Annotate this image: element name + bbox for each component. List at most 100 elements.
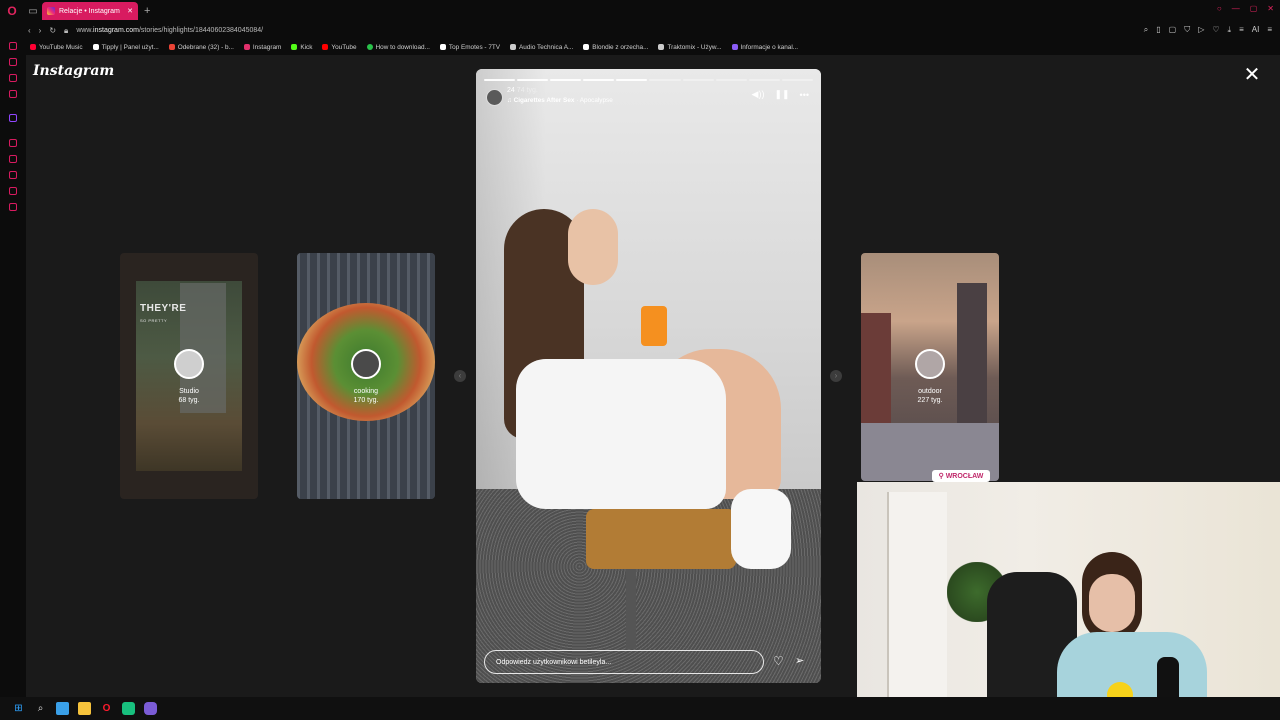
search-tabs-icon[interactable]: ○ [1217, 4, 1222, 13]
studio-poster-text: THEY'RE SO PRETTY [140, 303, 187, 323]
7tv-icon [439, 44, 446, 50]
sidebar-downloads-icon[interactable] [9, 155, 17, 163]
sidebar-whatsapp-icon[interactable] [9, 90, 17, 98]
sidebar-messenger-icon[interactable] [9, 74, 17, 82]
story-photo-shirt [516, 359, 726, 509]
bookmark-item[interactable]: Informacje o kanal... [731, 44, 798, 51]
bookmark-item[interactable]: Traktomix - Używ... [658, 44, 722, 51]
zoom-icon[interactable]: ⌕ [1144, 25, 1148, 35]
sidebar-extensions-icon[interactable] [9, 171, 17, 179]
back-icon[interactable]: ‹ [28, 26, 31, 35]
story-progress-segment [748, 79, 780, 81]
next-story-icon[interactable]: › [830, 370, 842, 382]
close-story-button[interactable]: ✕ [1243, 65, 1261, 85]
instagram-favicon-icon [47, 7, 55, 15]
opera-logo-icon[interactable]: O [0, 0, 24, 22]
url-field[interactable]: www.instagram.com/stories/highlights/184… [76, 27, 263, 34]
sidebar-twitch-icon[interactable] [9, 114, 17, 122]
bookmark-item[interactable]: Instagram [243, 44, 281, 51]
screenshot-icon[interactable]: ▢ [1169, 25, 1177, 35]
bookmark-item[interactable]: YouTube [322, 44, 357, 51]
bookmark-item[interactable]: Top Emotes - 7TV [439, 44, 500, 51]
windows-start-icon[interactable]: ⊞ [12, 702, 25, 715]
sidebar-history-icon[interactable] [9, 139, 17, 147]
story-controls: ◀)) ❚❚ ••• [752, 89, 809, 100]
instagram-icon [243, 44, 250, 50]
story-photo-chair [586, 509, 736, 569]
taskbar: ⊞ ⌕ O [0, 697, 1280, 720]
hamburger-icon[interactable]: ≡ [1267, 25, 1272, 35]
story-photo-sock [731, 489, 791, 569]
window-controls: ○ — ▢ ✕ [1217, 4, 1274, 13]
bookmark-item[interactable]: How to download... [366, 44, 430, 51]
bookmark-item[interactable]: Tipply | Panel użyt... [92, 44, 159, 51]
menu-icon[interactable]: ≡ [1239, 25, 1244, 35]
webcam-door [887, 492, 947, 720]
studio-avatar [174, 349, 204, 379]
heart-icon[interactable]: ♡ [1212, 25, 1219, 35]
previous-story-icon[interactable]: ‹ [454, 370, 466, 382]
new-tab-button[interactable]: + [144, 5, 150, 17]
more-options-icon[interactable]: ••• [800, 90, 809, 100]
taskbar-app-icon[interactable] [122, 702, 135, 715]
bookmark-item[interactable]: Kick [291, 44, 312, 51]
story-header: 24 74 tyg. ♫ Cigarettes After Sex · Apoca… [484, 87, 813, 107]
taskbar-search-icon[interactable]: ⌕ [34, 702, 47, 715]
music-note-icon: ♫ [507, 97, 514, 104]
active-story[interactable]: 24 74 tyg. ♫ Cigarettes After Sex · Apoca… [476, 69, 821, 683]
minimize-icon[interactable]: — [1232, 4, 1240, 13]
story-photo-glass [641, 306, 667, 346]
traktomix-icon [658, 44, 665, 50]
webcam-overlay [857, 482, 1280, 720]
webcam-person-face [1089, 574, 1135, 632]
taskbar-discord-icon[interactable] [144, 702, 157, 715]
address-bar-actions: ⌕ ▯ ▢ ⛉ ▷ ♡ ⤓ ≡ AI ≡ [1144, 25, 1272, 35]
tab-menu-icon[interactable]: ▭ [24, 6, 42, 17]
story-user-info: 24 74 tyg. [507, 87, 538, 94]
story-age: 74 tyg. [516, 87, 538, 94]
sidebar-settings-icon[interactable] [9, 203, 17, 211]
bookmark-item[interactable]: Audio Technica A... [510, 44, 573, 51]
bookmark-item[interactable]: YouTube Music [30, 44, 83, 51]
story-progress-segment [781, 79, 813, 81]
player-icon[interactable]: ▷ [1198, 25, 1204, 35]
adblock-icon[interactable]: ⛉ [1184, 25, 1190, 35]
tab-instagram[interactable]: Relacje • Instagram ✕ [42, 2, 138, 20]
like-heart-icon[interactable]: ♡ [773, 654, 784, 668]
taskbar-file-explorer-icon[interactable] [78, 702, 91, 715]
story-photo-face [568, 209, 618, 285]
outdoor-avatar [915, 349, 945, 379]
maximize-icon[interactable]: ▢ [1250, 4, 1258, 13]
opera-sidebar [0, 39, 26, 697]
taskbar-store-icon[interactable] [56, 702, 69, 715]
send-icon[interactable]: ➢ [795, 654, 804, 667]
taskbar-opera-icon[interactable]: O [100, 702, 113, 715]
bookmark-item[interactable]: Blondie z orzecha... [583, 44, 648, 51]
sidebar-home-icon[interactable] [9, 42, 17, 50]
gmail-icon [168, 44, 175, 50]
forward-icon[interactable]: › [39, 26, 42, 35]
bookmark-icon[interactable]: ▯ [1156, 25, 1160, 35]
story-music[interactable]: ♫ Cigarettes After Sex · Apocalypse [507, 97, 613, 104]
instagram-logo[interactable]: Instagram [33, 63, 114, 79]
reload-icon[interactable]: ↻ [49, 26, 56, 35]
tab-title: Relacje • Instagram [59, 7, 120, 15]
reply-input[interactable]: Odpowiedz użytkownikowi betileyla... [484, 650, 764, 674]
outdoor-tower [957, 283, 987, 433]
bookmark-item[interactable]: Odebrane (32) - b... [168, 44, 234, 51]
tab-close-icon[interactable]: ✕ [127, 7, 133, 15]
story-username[interactable]: 24 [507, 87, 515, 94]
sidebar-pinboard-icon[interactable] [9, 187, 17, 195]
story-progress-segment [517, 79, 549, 81]
story-user-avatar[interactable] [486, 89, 503, 106]
download-icon[interactable]: ⤓ [1228, 25, 1232, 35]
mute-icon[interactable]: ◀)) [752, 89, 765, 100]
location-sticker: ⚲ WROCŁAW [932, 470, 990, 482]
sidebar-bookmarks-icon[interactable] [9, 58, 17, 66]
pause-icon[interactable]: ❚❚ [774, 89, 789, 100]
close-window-icon[interactable]: ✕ [1267, 4, 1274, 13]
youtube-icon [322, 44, 329, 50]
story-progress-segment [649, 79, 681, 81]
ai-button[interactable]: AI [1252, 25, 1260, 35]
youtube-music-icon [30, 44, 36, 50]
